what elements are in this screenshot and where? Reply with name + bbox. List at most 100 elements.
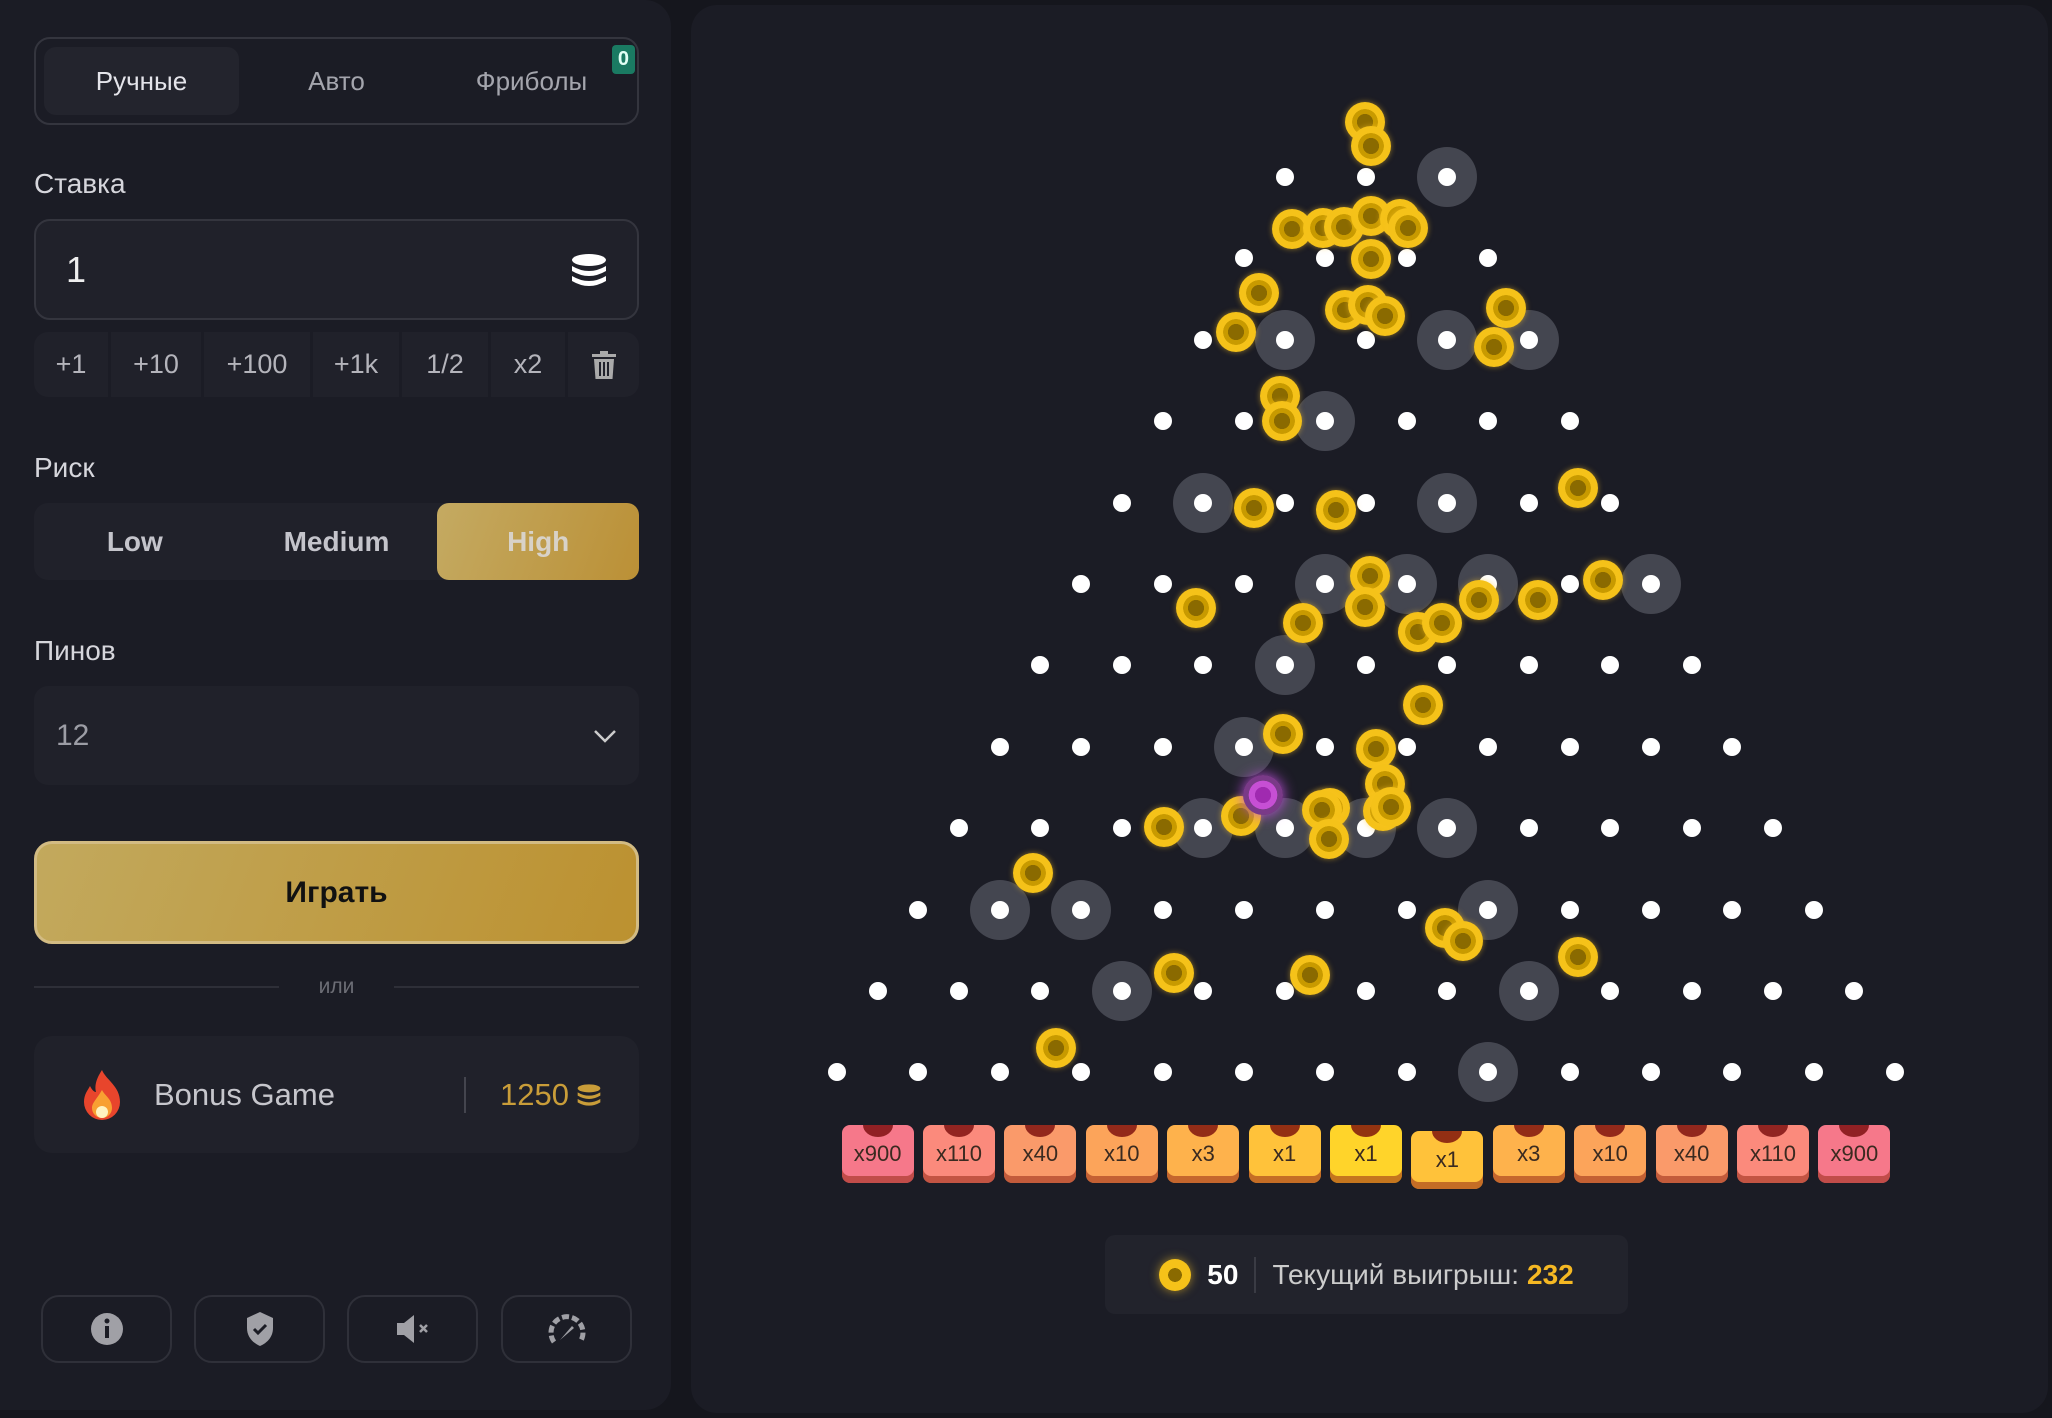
risk-low[interactable]: Low (34, 503, 236, 580)
peg (950, 982, 968, 1000)
ball (1422, 603, 1462, 643)
bonus-game-button[interactable]: Bonus Game 1250 (34, 1036, 639, 1153)
peg (990, 737, 1009, 756)
peg (1234, 1063, 1253, 1082)
ball (1216, 312, 1256, 352)
tab-freeballs[interactable]: Фриболы 0 (434, 45, 635, 115)
peg (1560, 1063, 1579, 1082)
peg (1723, 900, 1742, 919)
bet-input[interactable]: 1 (34, 219, 639, 320)
peg (1316, 737, 1335, 756)
peg (1153, 412, 1172, 431)
tab-manual[interactable]: Ручные (44, 47, 239, 115)
multiplier-label: x1 (1272, 1141, 1297, 1166)
ball (1351, 126, 1391, 166)
ball (1365, 296, 1405, 336)
fairness-button[interactable] (194, 1295, 325, 1363)
add-1k-button[interactable]: +1k (313, 332, 399, 397)
speed-button[interactable] (501, 1295, 632, 1363)
peg (1072, 737, 1091, 756)
coins-stack-icon (572, 253, 606, 286)
add-10-button[interactable]: +10 (111, 332, 201, 397)
peg (1479, 249, 1498, 268)
risk-medium[interactable]: Medium (236, 503, 438, 580)
peg (1519, 819, 1538, 838)
peg (1519, 330, 1538, 349)
peg (1072, 1063, 1091, 1082)
risk-high[interactable]: High (437, 503, 640, 580)
add-100-button[interactable]: +100 (204, 332, 310, 397)
peg (1112, 493, 1131, 512)
sound-muted-icon (396, 1315, 428, 1343)
ball (1309, 819, 1349, 859)
bonus-value: 1250 (500, 1076, 569, 1112)
peg (1438, 330, 1457, 349)
peg (1438, 656, 1457, 675)
multiplier-bucket: x3 (1492, 1125, 1565, 1183)
multiplier-label: x900 (853, 1141, 902, 1166)
peg (1275, 168, 1294, 186)
multiplier-label: x40 (1022, 1141, 1059, 1166)
peg (1397, 1063, 1416, 1082)
peg (1275, 493, 1294, 512)
multiplier-label: x900 (1830, 1141, 1879, 1166)
peg (1479, 412, 1498, 431)
bet-label: Ставка (34, 168, 126, 199)
peg (1397, 249, 1416, 268)
peg (1886, 1063, 1905, 1082)
multiplier-bucket: x10 (1085, 1125, 1158, 1183)
peg (1560, 737, 1579, 756)
pins-select[interactable]: 12 (34, 686, 639, 785)
multiplier-label: x3 (1517, 1141, 1541, 1166)
speedometer-icon (548, 1314, 585, 1344)
peg (1764, 819, 1782, 838)
peg (1275, 982, 1294, 1000)
multiplier-bucket: x900 (1818, 1125, 1891, 1183)
peg (1316, 249, 1335, 268)
peg (1234, 737, 1253, 756)
shield-check-icon (246, 1312, 273, 1346)
multiplier-label: x3 (1191, 1141, 1215, 1166)
ball (1474, 327, 1514, 367)
sound-button[interactable] (347, 1295, 478, 1363)
peg (1723, 737, 1742, 756)
peg (1560, 575, 1579, 593)
peg (1316, 1063, 1335, 1082)
chevron-down-icon (594, 729, 616, 743)
add-1-button[interactable]: +1 (34, 332, 108, 397)
half-button[interactable]: 1/2 (402, 332, 488, 397)
peg (950, 819, 968, 838)
ball (1403, 685, 1443, 725)
double-button[interactable]: x2 (491, 332, 565, 397)
multiplier-label: x110 (935, 1141, 983, 1166)
multiplier-bucket: x110 (923, 1125, 995, 1183)
tab-auto[interactable]: Авто (239, 47, 434, 115)
peg (1031, 982, 1050, 1000)
pins-label: Пинов (34, 635, 116, 666)
quick-bet-buttons: +1 +10 +100 +1k 1/2 x2 (34, 332, 639, 397)
ball (1518, 580, 1558, 620)
play-button[interactable]: Играть (34, 841, 639, 944)
peg (1723, 1063, 1742, 1082)
peg (1031, 656, 1050, 675)
peg (1275, 819, 1294, 838)
info-icon (90, 1313, 123, 1345)
multiplier-bucket: x110 (1737, 1125, 1809, 1183)
peg (1194, 656, 1213, 675)
peg (1194, 819, 1213, 838)
clear-button[interactable] (568, 332, 639, 397)
ball (1036, 1028, 1076, 1068)
peg (909, 900, 928, 919)
peg (1194, 982, 1213, 1000)
peg (1519, 982, 1538, 1000)
info-button[interactable] (41, 1295, 172, 1363)
fire-icon (84, 1069, 120, 1120)
ball (1239, 273, 1279, 313)
or-label: или (318, 975, 355, 998)
peg (1479, 900, 1498, 919)
peg (1357, 656, 1375, 675)
peg (1438, 982, 1457, 1000)
control-panel: Ручные Авто Фриболы 0 Ставка 1 +1 +10 +10… (0, 0, 671, 1410)
ball (1356, 729, 1396, 769)
peg (1194, 493, 1213, 512)
